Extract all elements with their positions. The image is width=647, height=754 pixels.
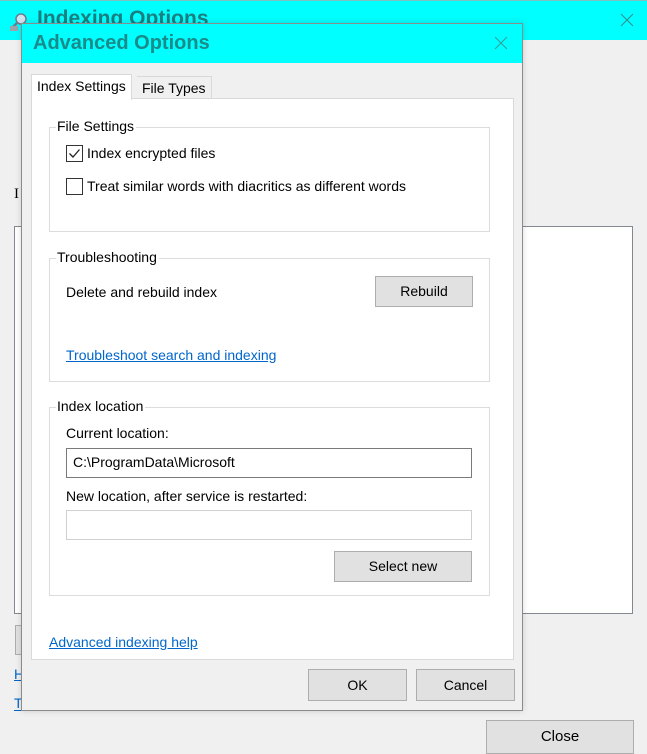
index-location-legend: Index location <box>56 398 146 414</box>
index-settings-panel: File Settings Index encrypted files Trea… <box>31 98 514 660</box>
index-location-group: Index location Current location: C:\Prog… <box>49 398 490 596</box>
tab-index-settings[interactable]: Index Settings <box>31 74 132 100</box>
file-settings-group: File Settings Index encrypted files Trea… <box>49 118 490 232</box>
select-new-button[interactable]: Select new <box>334 551 472 582</box>
indexing-options-close-icon[interactable] <box>612 5 642 35</box>
cancel-button[interactable]: Cancel <box>416 669 515 701</box>
advanced-options-dialog: Advanced Options Index Settings File Typ… <box>21 23 523 711</box>
advanced-indexing-help-link[interactable]: Advanced indexing help <box>49 634 198 650</box>
troubleshoot-search-link[interactable]: Troubleshoot search and indexing <box>66 347 276 363</box>
dialog-title: Advanced Options <box>33 32 210 54</box>
dialog-close-icon[interactable] <box>489 31 513 55</box>
checkmark-icon <box>69 148 80 158</box>
new-location-field[interactable] <box>66 510 472 540</box>
file-settings-legend: File Settings <box>56 118 137 134</box>
troubleshooting-legend: Troubleshooting <box>56 249 159 265</box>
diacritics-label: Treat similar words with diacritics as d… <box>87 178 406 194</box>
tab-file-types[interactable]: File Types <box>137 76 212 100</box>
diacritics-option[interactable]: Treat similar words with diacritics as d… <box>66 176 406 196</box>
current-location-label: Current location: <box>66 425 169 441</box>
index-encrypted-files-label: Index encrypted files <box>87 145 216 161</box>
close-button[interactable]: Close <box>486 720 634 754</box>
index-encrypted-files-option[interactable]: Index encrypted files <box>66 143 215 163</box>
rebuild-description: Delete and rebuild index <box>66 284 217 300</box>
diacritics-checkbox[interactable] <box>66 177 83 195</box>
index-encrypted-files-checkbox[interactable] <box>66 144 83 162</box>
rebuild-button[interactable]: Rebuild <box>375 276 473 307</box>
troubleshooting-group: Troubleshooting Delete and rebuild index… <box>49 249 490 382</box>
new-location-label: New location, after service is restarted… <box>66 488 308 504</box>
ok-button[interactable]: OK <box>308 669 407 701</box>
dialog-title-bar[interactable]: Advanced Options <box>22 24 522 63</box>
indexed-locations-label: I <box>14 186 19 202</box>
current-location-field[interactable]: C:\ProgramData\Microsoft <box>66 448 472 478</box>
